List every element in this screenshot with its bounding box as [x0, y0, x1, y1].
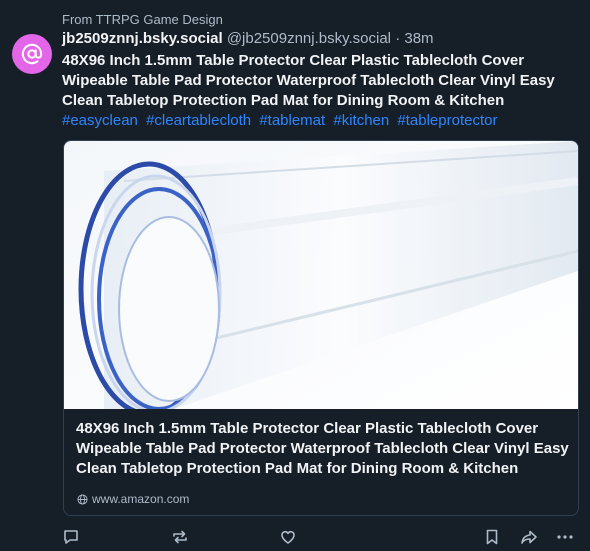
hashtag-list: #easyclean #cleartablecloth #tablemat #k…	[62, 112, 501, 129]
heart-icon	[281, 531, 295, 544]
domain-text: www.amazon.com	[92, 492, 190, 506]
like-button[interactable]	[279, 528, 297, 546]
link-card-title[interactable]: 48X96 Inch 1.5mm Table Protector Clear P…	[76, 419, 571, 479]
share-icon	[521, 530, 537, 544]
post-text: 48X96 Inch 1.5mm Table Protector Clear P…	[62, 51, 582, 131]
separator: ·	[395, 30, 401, 47]
hashtag[interactable]: #kitchen	[333, 112, 389, 129]
bookmark-icon	[486, 529, 498, 545]
author-name[interactable]: jb2509znnj.bsky.social	[62, 30, 223, 47]
share-button[interactable]	[520, 528, 538, 546]
repost-icon	[173, 530, 187, 544]
hashtag[interactable]: #tableprotector	[397, 112, 497, 129]
hashtag[interactable]: #tablemat	[259, 112, 325, 129]
author-handle[interactable]: @jb2509znnj.bsky.social	[227, 30, 391, 47]
reply-icon	[64, 530, 78, 544]
hashtag[interactable]: #cleartablecloth	[146, 112, 251, 129]
link-card-image	[64, 141, 578, 409]
at-sign-icon	[21, 43, 43, 65]
post-header: jb2509znnj.bsky.social @jb2509znnj.bsky.…	[62, 30, 580, 47]
more-button[interactable]	[556, 528, 574, 546]
post-body: 48X96 Inch 1.5mm Table Protector Clear P…	[62, 52, 555, 109]
post-time[interactable]: 38m	[404, 30, 433, 47]
globe-icon	[77, 493, 88, 505]
repost-button[interactable]	[171, 528, 189, 546]
action-bar	[0, 524, 590, 548]
more-icon	[557, 535, 573, 539]
avatar[interactable]	[12, 34, 52, 74]
bookmark-button[interactable]	[483, 528, 501, 546]
reply-button[interactable]	[62, 528, 80, 546]
hashtag[interactable]: #easyclean	[62, 112, 138, 129]
link-card-domain[interactable]: www.amazon.com	[77, 492, 189, 506]
link-card[interactable]: 48X96 Inch 1.5mm Table Protector Clear P…	[63, 140, 579, 516]
post-source[interactable]: From TTRPG Game Design	[62, 12, 223, 27]
